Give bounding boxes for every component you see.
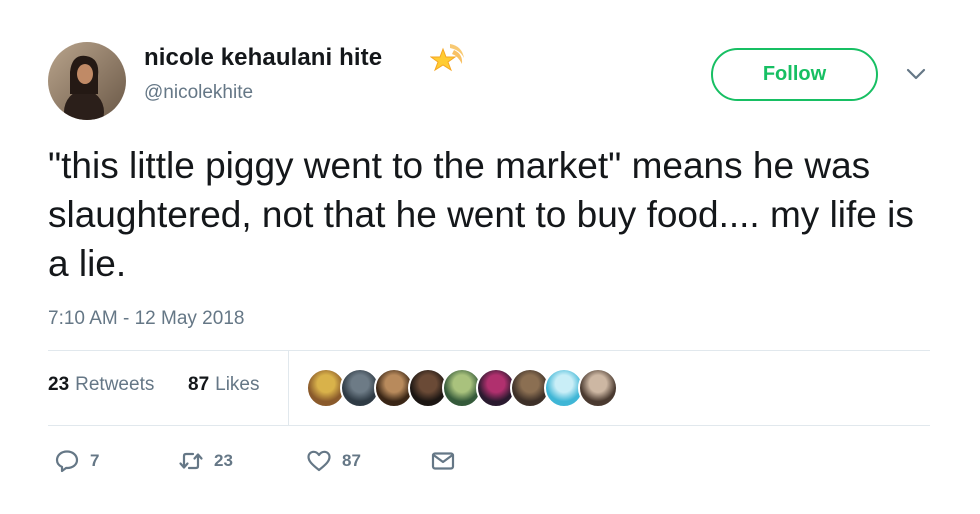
likes-count: 87 xyxy=(188,374,210,395)
display-name[interactable]: nicole kehaulani hite xyxy=(144,44,382,72)
retweets-label: Retweets xyxy=(75,374,155,395)
like-count: 87 xyxy=(342,451,361,470)
reply-icon xyxy=(55,450,79,473)
retweet-count: 23 xyxy=(214,451,233,470)
retweets-stat[interactable]: 23 Retweets xyxy=(48,374,154,396)
likes-label: Likes xyxy=(215,374,260,395)
stats-top-divider xyxy=(48,350,930,351)
stats-vertical-divider xyxy=(288,351,289,425)
like-action[interactable]: 87 xyxy=(306,448,361,474)
chevron-down-icon[interactable] xyxy=(905,66,927,82)
user-handle[interactable]: @nicolekhite xyxy=(144,82,253,104)
profile-avatar[interactable] xyxy=(48,42,126,120)
retweet-icon xyxy=(179,452,203,470)
follow-button[interactable]: Follow xyxy=(711,48,878,101)
shooting-star-icon xyxy=(430,44,464,72)
tweet-timestamp[interactable]: 7:10 AM - 12 May 2018 xyxy=(48,308,244,330)
stats-bottom-divider xyxy=(48,425,930,426)
tweet-text: "this little piggy went to the market" m… xyxy=(48,145,914,284)
liker-avatar-9[interactable] xyxy=(578,368,618,408)
retweet-action[interactable]: 23 xyxy=(178,448,233,474)
likes-stat[interactable]: 87 Likes xyxy=(188,374,260,396)
reply-count: 7 xyxy=(90,451,100,470)
direct-message-action[interactable] xyxy=(430,448,456,474)
heart-icon xyxy=(307,450,331,472)
envelope-icon xyxy=(431,452,455,470)
reply-action[interactable]: 7 xyxy=(54,448,99,474)
retweets-count: 23 xyxy=(48,374,70,395)
